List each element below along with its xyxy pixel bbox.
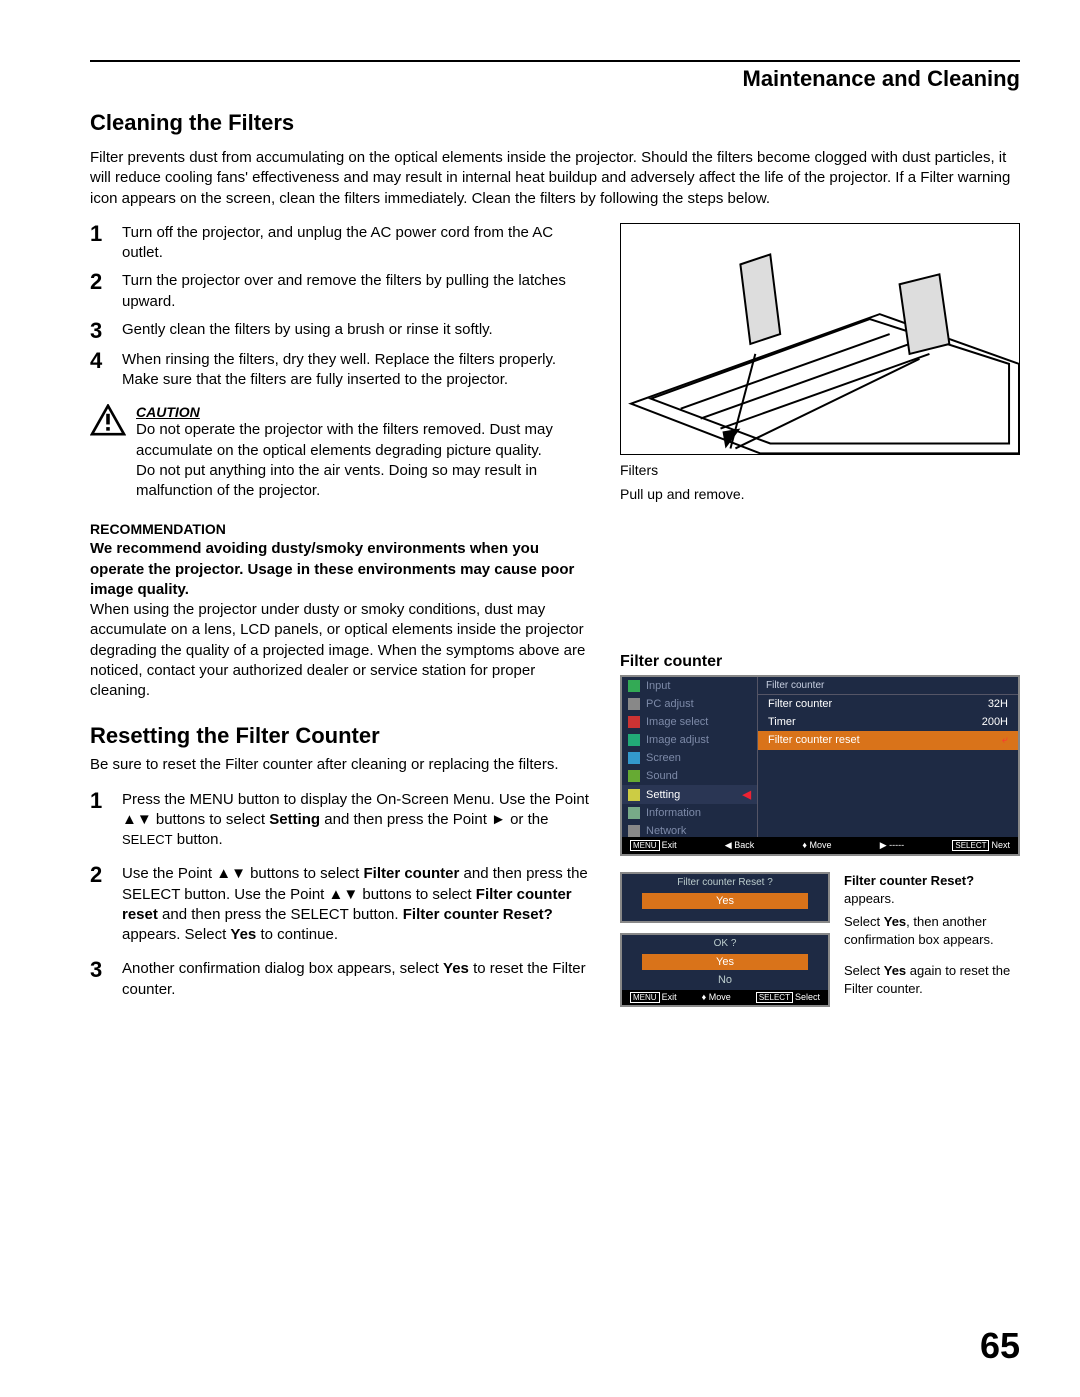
osd-menu-screen: Screen bbox=[622, 749, 757, 767]
osd-menu-screenshot: Input PC adjust Image select Image adjus… bbox=[620, 675, 1020, 856]
recommendation-body: When using the projector under dusty or … bbox=[90, 601, 585, 699]
step-number: 3 bbox=[90, 959, 110, 1000]
dialog-option-yes: Yes bbox=[642, 893, 808, 909]
step-text: Another confirmation dialog box appears,… bbox=[122, 959, 590, 1000]
osd-content: Filter counter Filter counter32H Timer20… bbox=[758, 677, 1018, 837]
page-number: 65 bbox=[980, 1325, 1020, 1367]
illustration-caption-pull: Pull up and remove. bbox=[620, 485, 1020, 503]
osd-menu-input: Input bbox=[622, 677, 757, 695]
dialog-option-no: No bbox=[642, 972, 808, 988]
recommendation-title: RECOMMENDATION bbox=[90, 521, 590, 537]
step-1: 1 Turn off the projector, and unplug the… bbox=[90, 223, 590, 264]
caution-icon bbox=[90, 404, 126, 501]
illustration-caption-filters: Filters bbox=[620, 461, 1020, 479]
osd-menu-pc-adjust: PC adjust bbox=[622, 695, 757, 713]
step-text: Turn off the projector, and unplug the A… bbox=[122, 223, 590, 264]
osd-row-filter-counter: Filter counter32H bbox=[758, 695, 1018, 713]
recommendation-bold: We recommend avoiding dusty/smoky enviro… bbox=[90, 540, 574, 598]
osd-content-header: Filter counter bbox=[758, 677, 1018, 695]
step-2: 2 Turn the projector over and remove the… bbox=[90, 271, 590, 312]
caution-text-2: Do not put anything into the air vents. … bbox=[136, 461, 590, 502]
arrow-right-icon: ◀ bbox=[743, 788, 751, 801]
dialog-option-yes: Yes bbox=[642, 954, 808, 970]
projector-illustration bbox=[620, 223, 1020, 455]
step-text: Turn the projector over and remove the f… bbox=[122, 271, 590, 312]
step-number: 1 bbox=[90, 790, 110, 851]
step-text: Gently clean the filters by using a brus… bbox=[122, 320, 590, 342]
section-cleaning-title: Cleaning the Filters bbox=[90, 110, 1020, 136]
step-number: 2 bbox=[90, 864, 110, 945]
step-number: 3 bbox=[90, 320, 110, 342]
step-number: 2 bbox=[90, 271, 110, 312]
step-number: 4 bbox=[90, 350, 110, 391]
reset-step-3: 3 Another confirmation dialog box appear… bbox=[90, 959, 590, 1000]
dialog-reset-confirm: Filter counter Reset ? Yes bbox=[620, 872, 830, 923]
section-reset-title: Resetting the Filter Counter bbox=[90, 723, 590, 749]
osd-menu-image-select: Image select bbox=[622, 713, 757, 731]
osd-menu-information: Information bbox=[622, 804, 757, 822]
step-text: Use the Point ▲▼ buttons to select Filte… bbox=[122, 864, 590, 945]
reset-step-2: 2 Use the Point ▲▼ buttons to select Fil… bbox=[90, 864, 590, 945]
dialog-side-text: Filter counter Reset? appears. Select Ye… bbox=[844, 872, 1020, 997]
filter-counter-heading: Filter counter bbox=[620, 653, 1020, 671]
caution-title: CAUTION bbox=[136, 404, 590, 420]
dialog-footer: MENUExit ♦ Move SELECTSelect bbox=[622, 990, 828, 1005]
recommendation-text: We recommend avoiding dusty/smoky enviro… bbox=[90, 539, 590, 701]
step-text: Press the MENU button to display the On-… bbox=[122, 790, 590, 851]
reset-step-1: 1 Press the MENU button to display the O… bbox=[90, 790, 590, 851]
osd-menu-image-adjust: Image adjust bbox=[622, 731, 757, 749]
caution-block: CAUTION Do not operate the projector wit… bbox=[90, 404, 590, 501]
osd-menu-setting: Setting◀ bbox=[622, 785, 757, 804]
header-title: Maintenance and Cleaning bbox=[90, 66, 1020, 92]
intro-text: Filter prevents dust from accumulating o… bbox=[90, 148, 1020, 209]
header-rule bbox=[90, 60, 1020, 62]
osd-left-menu: Input PC adjust Image select Image adjus… bbox=[622, 677, 758, 837]
step-text: When rinsing the filters, dry they well.… bbox=[122, 350, 590, 391]
step-4: 4 When rinsing the filters, dry they wel… bbox=[90, 350, 590, 391]
osd-row-timer: Timer200H bbox=[758, 713, 1018, 731]
step-3: 3 Gently clean the filters by using a br… bbox=[90, 320, 590, 342]
osd-menu-network: Network bbox=[622, 822, 757, 840]
dialog-ok-confirm: OK ? Yes No MENUExit ♦ Move SELECTSelect bbox=[620, 933, 830, 1007]
section-reset-intro: Be sure to reset the Filter counter afte… bbox=[90, 755, 590, 775]
osd-row-filter-reset: Filter counter reset⤶ bbox=[758, 731, 1018, 750]
osd-menu-sound: Sound bbox=[622, 767, 757, 785]
step-number: 1 bbox=[90, 223, 110, 264]
caution-text-1: Do not operate the projector with the fi… bbox=[136, 420, 590, 461]
